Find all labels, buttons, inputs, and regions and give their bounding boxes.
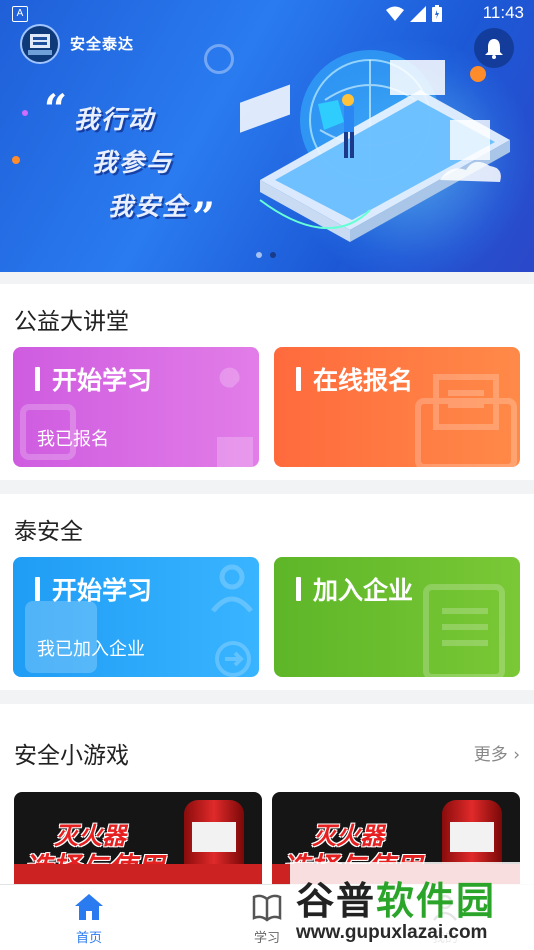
app-title: 安全泰达 (70, 35, 135, 53)
status-bar: A 11:43 (0, 0, 534, 28)
watermark-title-part1: 谷普 (296, 879, 377, 923)
status-time: 11:43 (482, 3, 524, 22)
more-label: 更多 (473, 745, 508, 765)
card-title: 加入企业 (296, 571, 413, 607)
extinguisher-label (192, 822, 236, 852)
home-icon (75, 894, 103, 920)
document-decor-icon (423, 584, 505, 677)
public-lecture-section: 公益大讲堂 开始学习 我已报名 在线报名 (0, 284, 534, 480)
decor-dot-small (12, 156, 20, 164)
wrench-decor-icon (211, 367, 240, 409)
wifi-icon (386, 6, 404, 21)
watermark-title: 谷普软件园 (296, 870, 496, 925)
decor-dot-purple (22, 110, 28, 116)
card-title: 开始学习 (35, 571, 152, 607)
status-icons (386, 5, 442, 22)
card-title: 在线报名 (296, 361, 413, 397)
box-decor-icon (217, 437, 253, 467)
person-decor-icon (211, 564, 253, 613)
signal-icon (410, 5, 426, 22)
card-subtitle: 我已报名 (37, 429, 109, 450)
carousel-dot-2[interactable] (270, 252, 276, 258)
envelope-decor-icon (415, 374, 517, 467)
tab-label: 首页 (75, 931, 102, 946)
more-link[interactable]: 更多 › (474, 740, 520, 765)
battery-icon (432, 5, 442, 22)
card-subtitle: 我已加入企业 (37, 639, 145, 660)
game-banner-strip (14, 864, 262, 884)
slogan-line-1: 我行动 (74, 105, 156, 134)
card-title-text: 在线报名 (313, 366, 414, 395)
start-learning-card[interactable]: 开始学习 我已加入企业 (13, 557, 259, 677)
slogan-line-2: 我参与 (92, 148, 174, 177)
carousel-indicator[interactable] (256, 252, 276, 258)
slogan-line-3: 我安全 (108, 192, 190, 221)
section-title: 安全小游戏 (14, 743, 129, 769)
open-quote-icon: “ (44, 86, 68, 133)
decor-dot-orange (470, 66, 486, 82)
extinguisher-label (450, 822, 494, 852)
title-bar (35, 577, 40, 601)
shield-logo-icon (28, 34, 52, 55)
decor-ring (204, 44, 234, 74)
start-learning-card[interactable]: 开始学习 我已报名 (13, 347, 259, 467)
title-bar (296, 367, 301, 391)
card-title-text: 开始学习 (52, 366, 153, 395)
tab-label: 学习 (253, 931, 280, 946)
title-bar (296, 577, 301, 601)
notification-button[interactable] (474, 28, 514, 68)
section-title: 公益大讲堂 (14, 309, 129, 335)
arrow-decor-icon (215, 641, 251, 677)
card-title-text: 开始学习 (52, 576, 153, 605)
join-company-card[interactable]: 加入企业 (274, 557, 520, 677)
online-signup-card[interactable]: 在线报名 (274, 347, 520, 467)
chevron-right-icon: › (507, 745, 520, 765)
book-icon (252, 894, 282, 922)
tab-home[interactable]: 首页 (44, 891, 134, 946)
site-watermark: 谷普软件园 www.gupuxlazai.com (290, 862, 534, 950)
section-title: 泰安全 (14, 519, 83, 545)
watermark-title-part2: 软件园 (376, 879, 497, 923)
app-logo (20, 24, 60, 64)
banner-carousel[interactable]: A 11:43 安全泰达 “ 我行动 我参与 我安全 ” (0, 0, 534, 272)
carousel-dot-1[interactable] (256, 252, 262, 258)
card-title-text: 加入企业 (313, 576, 414, 605)
bell-icon (485, 39, 503, 59)
home-page: A 11:43 安全泰达 “ 我行动 我参与 我安全 ” 公益大讲堂 开始学习 … (0, 0, 534, 950)
game-card-1[interactable]: 灭火器 选择与使用 (14, 792, 262, 884)
close-quote-icon: ” (192, 194, 216, 241)
tai-safety-section: 泰安全 开始学习 我已加入企业 加入企业 (0, 494, 534, 690)
title-bar (35, 367, 40, 391)
card-title: 开始学习 (35, 361, 152, 397)
status-notification-icon: A (12, 6, 28, 22)
watermark-url: www.gupuxlazai.com (296, 922, 488, 943)
